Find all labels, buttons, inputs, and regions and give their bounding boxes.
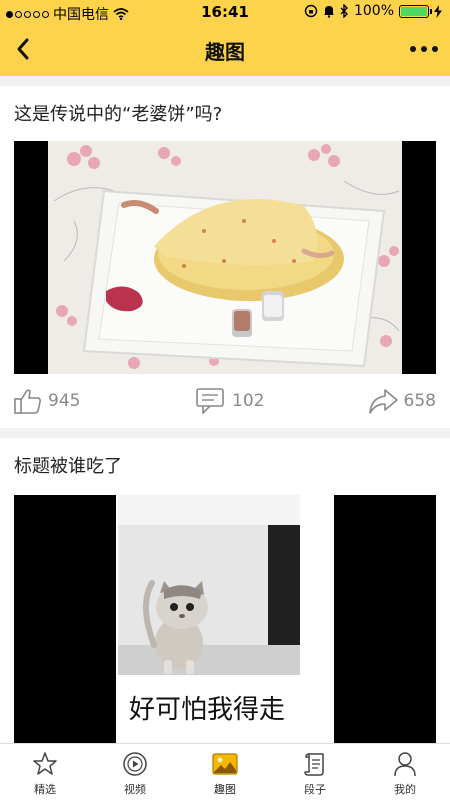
tab-label: 我的 bbox=[394, 783, 416, 796]
tab-label: 趣图 bbox=[214, 783, 236, 796]
picture-icon bbox=[212, 753, 238, 775]
comment-icon bbox=[196, 388, 224, 414]
alarm-icon bbox=[323, 6, 334, 18]
charging-icon bbox=[434, 4, 442, 18]
post-image[interactable]: 好可怕我得走 bbox=[14, 495, 436, 744]
post-card[interactable]: 标题被谁吃了 好可怕我得走 bbox=[0, 438, 450, 744]
post-card[interactable]: 这是传说中的“老婆饼”吗? 945 102 658 bbox=[0, 86, 450, 428]
share-button[interactable]: 658 bbox=[368, 388, 436, 414]
status-bar: 中国电信 16:41 100% bbox=[0, 0, 450, 24]
status-right: 100% bbox=[304, 3, 442, 19]
share-icon bbox=[368, 389, 398, 414]
thumbs-up-icon bbox=[14, 389, 42, 414]
page-title: 趣图 bbox=[205, 40, 245, 64]
tab-video[interactable]: 视频 bbox=[90, 744, 180, 800]
star-icon bbox=[33, 752, 57, 775]
tab-funny-pics[interactable]: 趣图 bbox=[180, 744, 270, 800]
post-title: 标题被谁吃了 bbox=[14, 456, 122, 477]
like-button[interactable]: 945 bbox=[14, 388, 80, 414]
tab-label: 精选 bbox=[34, 783, 56, 796]
tab-label: 段子 bbox=[304, 783, 326, 796]
comment-count: 102 bbox=[232, 391, 265, 411]
person-icon bbox=[394, 752, 416, 777]
tab-featured[interactable]: 精选 bbox=[0, 744, 90, 800]
like-count: 945 bbox=[48, 391, 81, 411]
rotation-lock-icon bbox=[304, 4, 318, 18]
tab-bar: 精选 视频 趣图 段子 我的 bbox=[0, 743, 450, 800]
comment-button[interactable]: 102 bbox=[196, 388, 264, 414]
play-icon bbox=[123, 752, 147, 776]
scroll-icon bbox=[304, 753, 324, 776]
nav-bar: 趣图 bbox=[0, 24, 450, 76]
share-count: 658 bbox=[403, 391, 436, 411]
post-image[interactable] bbox=[14, 141, 436, 374]
post-title: 这是传说中的“老婆饼”吗? bbox=[14, 104, 223, 125]
post-actions: 945 102 658 bbox=[0, 386, 450, 418]
image-caption: 好可怕我得走 bbox=[116, 689, 298, 726]
battery-percent: 100% bbox=[353, 3, 394, 19]
tab-jokes[interactable]: 段子 bbox=[270, 744, 360, 800]
bluetooth-icon bbox=[340, 4, 348, 18]
battery-icon bbox=[399, 4, 432, 18]
more-icon[interactable] bbox=[410, 46, 438, 52]
pancake-photo bbox=[14, 141, 436, 374]
tab-me[interactable]: 我的 bbox=[360, 744, 450, 800]
top-bar: 中国电信 16:41 100% 趣图 bbox=[0, 0, 450, 76]
tab-label: 视频 bbox=[124, 783, 146, 796]
